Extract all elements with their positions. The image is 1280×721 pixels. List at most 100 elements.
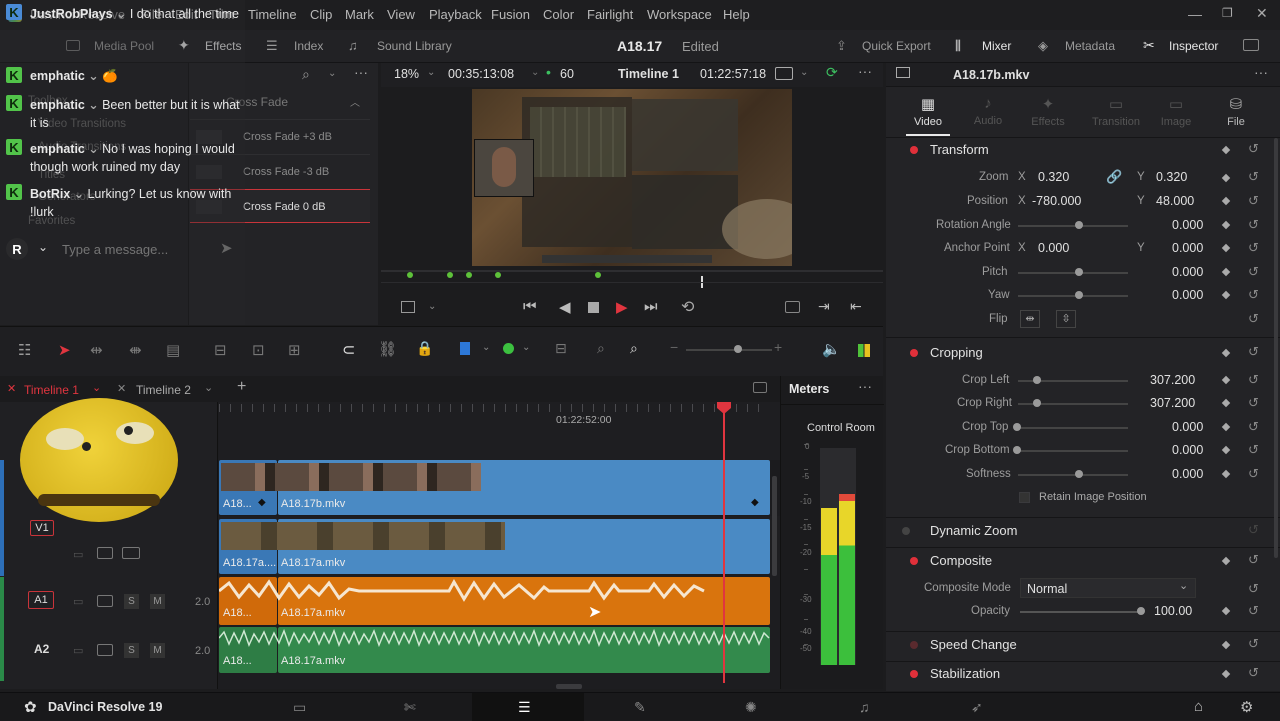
match-frame-icon[interactable]: [785, 301, 800, 313]
play-reverse-icon[interactable]: ◀: [559, 298, 571, 316]
tab-image[interactable]: ▭ Image: [1154, 95, 1198, 128]
opacity-knob[interactable]: [1137, 607, 1145, 615]
retain-image-checkbox[interactable]: [1019, 492, 1030, 503]
edit-page-tab[interactable]: ☰: [472, 693, 584, 721]
anchor-y-field[interactable]: 0.000: [1172, 241, 1203, 255]
auto-select-icon[interactable]: [97, 595, 113, 607]
inspector-button[interactable]: Inspector: [1169, 39, 1218, 53]
yaw-field[interactable]: 0.000: [1172, 288, 1203, 302]
play-icon[interactable]: ▶: [616, 298, 628, 316]
rotation-slider[interactable]: [1018, 225, 1128, 227]
lock-icon[interactable]: ▭: [73, 595, 83, 608]
reset-icon[interactable]: ↺: [1248, 264, 1259, 280]
chevron-down-icon[interactable]: ⌄: [800, 67, 808, 78]
keyframe-icon[interactable]: [1221, 556, 1231, 566]
audio-meter-icon[interactable]: [858, 344, 870, 357]
chevron-down-icon[interactable]: ⌄: [428, 301, 436, 312]
marker-icon[interactable]: [503, 343, 514, 354]
menu-mark[interactable]: Mark: [345, 7, 374, 22]
reset-icon[interactable]: ↺: [1248, 217, 1259, 233]
cut-page-icon[interactable]: ✄: [404, 699, 416, 716]
metadata-button[interactable]: Metadata: [1065, 39, 1115, 53]
zoom-full-icon[interactable]: ⊟: [555, 340, 567, 357]
chevron-down-icon[interactable]: ⌄: [38, 240, 48, 254]
keyframe-icon[interactable]: [1221, 469, 1231, 479]
auto-select-icon[interactable]: [97, 547, 113, 559]
zoom-out-icon[interactable]: −: [670, 339, 678, 355]
flag-icon[interactable]: [460, 342, 470, 355]
mute-button[interactable]: M: [150, 643, 165, 658]
crop-top-knob[interactable]: [1013, 423, 1021, 431]
tab-audio[interactable]: ♪ Audio: [966, 95, 1010, 127]
rotation-field[interactable]: 0.000: [1172, 218, 1203, 232]
zoom-custom-icon[interactable]: ⌕: [630, 340, 638, 357]
menu-workspace[interactable]: Workspace: [647, 7, 712, 22]
keyframe-icon[interactable]: [1221, 243, 1231, 253]
track-a1-label[interactable]: A1: [28, 591, 54, 609]
keyframe-icon[interactable]: [1221, 669, 1231, 679]
layout-icon[interactable]: ☷: [18, 341, 31, 359]
menu-color[interactable]: Color: [543, 7, 574, 22]
tab-file[interactable]: ⛁ File: [1214, 95, 1258, 128]
reset-icon[interactable]: ↺: [1248, 581, 1259, 597]
link-clips-icon[interactable]: ⛓: [378, 340, 397, 358]
composite-section-title[interactable]: Composite: [930, 553, 992, 568]
reset-icon[interactable]: ↺: [1248, 169, 1259, 185]
reset-icon[interactable]: ↺: [1248, 665, 1259, 681]
keyframe-icon[interactable]: ◆: [751, 497, 759, 508]
timeline-view-icon[interactable]: [753, 382, 767, 393]
marker[interactable]: [595, 272, 601, 278]
color-page-icon[interactable]: ✺: [745, 699, 757, 716]
keyframe-icon[interactable]: [1221, 398, 1231, 408]
insert-clip-icon[interactable]: ⊟: [214, 341, 227, 359]
lock-icon[interactable]: ▭: [73, 644, 83, 657]
pitch-field[interactable]: 0.000: [1172, 265, 1203, 279]
overwrite-clip-icon[interactable]: ⊡: [252, 341, 265, 359]
menu-help[interactable]: Help: [723, 7, 750, 22]
stabilization-section-title[interactable]: Stabilization: [930, 666, 1000, 681]
prev-edit-icon[interactable]: ⇤: [850, 298, 862, 315]
softness-field[interactable]: 0.000: [1172, 467, 1203, 481]
crop-bottom-slider[interactable]: [1018, 450, 1128, 452]
menu-fairlight[interactable]: Fairlight: [587, 7, 633, 22]
yaw-slider[interactable]: [1018, 295, 1128, 297]
crop-top-field[interactable]: 0.000: [1172, 420, 1203, 434]
keyframe-icon[interactable]: [1221, 606, 1231, 616]
index-button[interactable]: Index: [294, 39, 323, 53]
marker[interactable]: [447, 272, 453, 278]
keyframe-icon[interactable]: [1221, 375, 1231, 385]
chevron-down-icon[interactable]: ⌄: [427, 67, 435, 78]
track-a2-label[interactable]: A2: [34, 642, 49, 656]
more-options-icon[interactable]: ···: [1254, 64, 1268, 80]
zoom-in-icon[interactable]: +: [774, 339, 782, 355]
tab-effects[interactable]: ✦ Effects: [1026, 95, 1070, 128]
chevron-down-icon[interactable]: ⌄: [482, 342, 490, 353]
video-preview[interactable]: [472, 89, 792, 266]
keyframe-icon[interactable]: [1221, 422, 1231, 432]
position-y-field[interactable]: 48.000: [1156, 194, 1194, 208]
pitch-slider-knob[interactable]: [1075, 268, 1083, 276]
keyframe-icon[interactable]: [1221, 145, 1231, 155]
keyframe-icon[interactable]: [1221, 173, 1231, 183]
keyframe-icon[interactable]: [1221, 196, 1231, 206]
fusion-page-icon[interactable]: ✎: [634, 699, 646, 716]
home-icon[interactable]: ⌂: [1194, 698, 1203, 715]
gear-icon[interactable]: ⚙: [1240, 698, 1253, 716]
tab-video[interactable]: ▦ Video: [906, 95, 950, 128]
yaw-slider-knob[interactable]: [1075, 291, 1083, 299]
viewer-mode-icon[interactable]: [775, 67, 793, 80]
position-x-field[interactable]: -780.000: [1032, 194, 1081, 208]
zoom-level[interactable]: 18%: [394, 67, 419, 81]
vertical-scrollbar[interactable]: [772, 476, 777, 576]
lock-icon[interactable]: ▭: [73, 548, 83, 561]
menu-clip[interactable]: Clip: [310, 7, 332, 22]
chevron-down-icon[interactable]: ⌄: [328, 68, 336, 79]
rotation-slider-knob[interactable]: [1075, 221, 1083, 229]
flip-horizontal-icon[interactable]: ⇹: [1020, 310, 1040, 328]
close-icon[interactable]: ✕: [1256, 5, 1268, 22]
menu-playback[interactable]: Playback: [429, 7, 482, 22]
pitch-slider[interactable]: [1018, 272, 1128, 274]
anchor-x-field[interactable]: 0.000: [1038, 241, 1069, 255]
reset-icon[interactable]: ↺: [1248, 372, 1259, 388]
transform-section-title[interactable]: Transform: [930, 142, 989, 157]
